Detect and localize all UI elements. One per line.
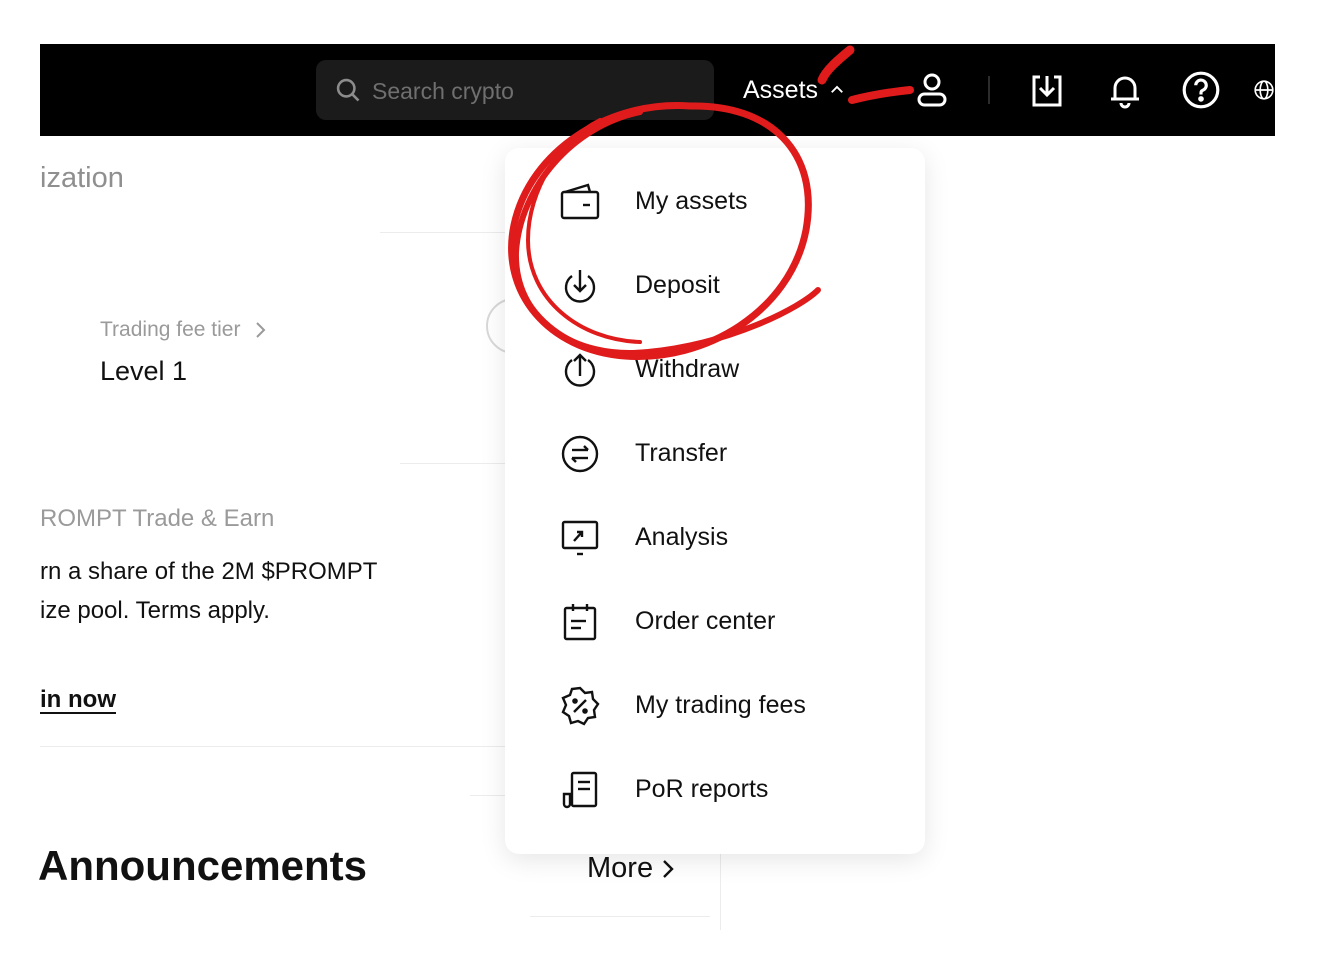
- menu-item-label: My trading fees: [635, 690, 806, 719]
- bell-icon: [1111, 76, 1139, 109]
- section-divider: [40, 746, 510, 747]
- section-divider: [530, 916, 710, 917]
- menu-item-withdraw[interactable]: Withdraw: [505, 334, 925, 404]
- section-divider: [470, 795, 510, 796]
- menu-item-label: Deposit: [635, 270, 720, 299]
- user-account-button[interactable]: [910, 68, 954, 112]
- deposit-icon: [560, 266, 600, 306]
- promo-join-link[interactable]: in now: [40, 686, 116, 714]
- menu-item-label: My assets: [635, 186, 748, 215]
- fee-tier-link[interactable]: Trading fee tier: [100, 318, 268, 342]
- order-center-icon: [560, 602, 600, 642]
- top-navigation-bar: Assets: [40, 44, 1275, 136]
- chevron-right-icon: [256, 322, 266, 338]
- por-reports-icon: [560, 770, 600, 810]
- assets-nav-menu[interactable]: Assets: [743, 72, 846, 108]
- notifications-button[interactable]: [1103, 68, 1147, 112]
- wallet-icon: [560, 182, 600, 222]
- promo-description: rn a share of the 2M $PROMPT ize pool. T…: [40, 558, 378, 624]
- promo-title: ROMPT Trade & Earn: [40, 505, 275, 532]
- search-box[interactable]: [316, 60, 714, 120]
- menu-item-label: PoR reports: [635, 774, 769, 803]
- chevron-up-icon: [831, 85, 843, 93]
- assets-nav-label: Assets: [743, 75, 819, 104]
- analysis-icon: [560, 518, 600, 558]
- fee-tier-label: Trading fee tier: [100, 318, 241, 341]
- menu-item-label: Order center: [635, 606, 776, 635]
- menu-item-transfer[interactable]: Transfer: [505, 418, 925, 488]
- more-announcements-link[interactable]: More: [587, 852, 675, 885]
- trading-fees-icon: [560, 686, 600, 726]
- menu-item-label: Withdraw: [635, 354, 740, 383]
- section-divider: [400, 463, 510, 464]
- globe-icon: [1254, 80, 1274, 100]
- search-icon: [336, 78, 360, 102]
- section-title: ization: [40, 162, 124, 194]
- assets-dropdown-menu: My assets Deposit Withdraw Transfer Anal…: [505, 148, 925, 854]
- announcements-heading: Announcements: [38, 842, 368, 889]
- chevron-right-icon: [663, 859, 674, 878]
- menu-item-analysis[interactable]: Analysis: [505, 502, 925, 572]
- help-icon: [1182, 71, 1220, 109]
- withdraw-icon: [560, 350, 600, 390]
- help-button[interactable]: [1179, 68, 1223, 112]
- transfer-icon: [560, 434, 600, 474]
- language-button[interactable]: [1253, 68, 1275, 112]
- menu-item-label: Analysis: [635, 522, 729, 551]
- topbar-separator: [988, 76, 990, 104]
- fee-tier-value: Level 1: [100, 356, 188, 386]
- download-app-button[interactable]: [1025, 68, 1069, 112]
- menu-item-order-center[interactable]: Order center: [505, 586, 925, 656]
- user-icon: [917, 73, 947, 107]
- section-divider: [380, 232, 510, 233]
- menu-item-my-assets[interactable]: My assets: [505, 166, 925, 236]
- menu-item-por-reports[interactable]: PoR reports: [505, 754, 925, 824]
- menu-item-deposit[interactable]: Deposit: [505, 250, 925, 320]
- menu-item-my-trading-fees[interactable]: My trading fees: [505, 670, 925, 740]
- download-app-icon: [1032, 75, 1062, 107]
- menu-item-label: Transfer: [635, 438, 728, 467]
- more-label: More: [587, 852, 654, 884]
- search-input[interactable]: [370, 72, 694, 110]
